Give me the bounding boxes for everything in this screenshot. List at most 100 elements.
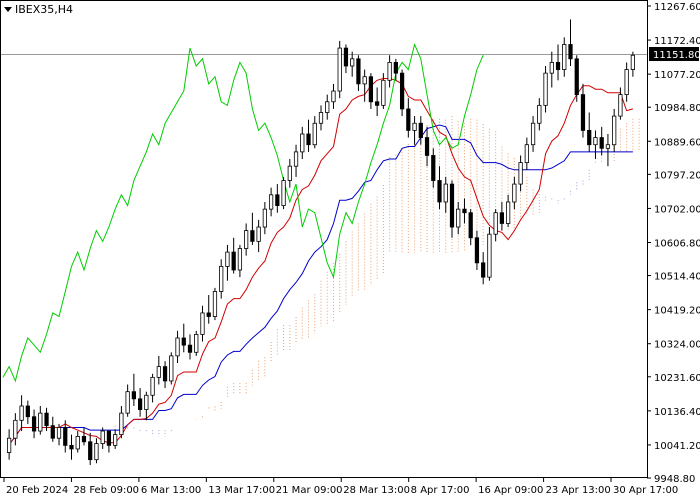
candle-body (549, 62, 554, 74)
x-tick-label: 28 Feb 09:00 (73, 485, 139, 496)
candle-body (88, 441, 93, 461)
candle-body (612, 115, 617, 146)
candle-body (63, 427, 68, 446)
candle-body (287, 165, 292, 181)
candle-body (75, 436, 80, 450)
candle-body (618, 94, 623, 117)
candle-body (156, 366, 161, 378)
candle (399, 69, 405, 117)
candle-body (318, 112, 324, 124)
x-tick-label: 16 Apr 09:00 (478, 485, 543, 496)
candle-body (499, 212, 505, 224)
candle-body (393, 62, 398, 74)
candle-body (106, 430, 112, 446)
current-price-tag: 11151.80 (649, 47, 700, 61)
x-tick-label: 6 Mar 13:00 (141, 485, 201, 496)
candle-body (343, 47, 349, 67)
candle-body (256, 226, 261, 242)
y-tick-label: 10419.20 (654, 306, 700, 317)
candle (337, 40, 342, 99)
candle (169, 352, 174, 385)
candle-body (219, 266, 224, 292)
candle-body (31, 416, 37, 432)
candle-body (281, 180, 286, 206)
candle-body (69, 444, 74, 450)
candle-body (231, 251, 236, 271)
x-tick-label: 30 Apr 17:00 (613, 485, 678, 496)
x-tick-label: 28 Mar 13:00 (343, 485, 410, 496)
y-axis: 9948.80 10041.20 10136.40 10231.60 10324.00 1… (647, 2, 700, 485)
candle-body (481, 262, 486, 278)
candle-body (212, 291, 218, 317)
candle-body (13, 419, 18, 439)
candle-body (325, 101, 330, 113)
candle-body (518, 162, 523, 185)
candle-body (424, 137, 430, 156)
candle-body (162, 366, 168, 382)
candle-body (530, 122, 536, 146)
candle-body (356, 58, 361, 85)
candle (281, 176, 286, 210)
x-tick-label: 20 Feb 2024 (6, 485, 68, 496)
candle-body (630, 54, 635, 70)
candle (487, 227, 492, 281)
x-tick-label: 23 Apr 13:00 (546, 485, 611, 496)
candle-body (237, 248, 243, 271)
candle-body (331, 90, 336, 103)
candle-body (181, 337, 186, 346)
candle-body (38, 412, 43, 432)
candle-body (50, 425, 55, 439)
candle-body (293, 151, 299, 167)
candle-body (44, 412, 49, 427)
candle (194, 330, 199, 356)
price-chart: 9948.80 10041.20 10136.40 10231.60 10324.00 1… (0, 0, 700, 496)
candle-body (7, 437, 12, 453)
candle-body (268, 194, 274, 210)
candle-body (605, 144, 611, 149)
candle-body (543, 72, 548, 106)
candle-body (19, 405, 24, 421)
x-tick-label: 13 Mar 17:00 (208, 485, 275, 496)
dropdown-triangle-icon (4, 7, 12, 12)
symbol-text: IBEX35,H4 (15, 3, 74, 16)
candle-body (474, 237, 480, 264)
y-tick-label: 10606.80 (654, 239, 700, 250)
x-tick-label: 8 Apr 17:00 (411, 485, 470, 496)
candle-body (225, 251, 230, 267)
candle-body (337, 47, 342, 92)
candle-body (599, 137, 604, 149)
candle-body (187, 344, 193, 353)
candle-body (125, 391, 130, 414)
candle-body (94, 443, 99, 461)
candle-body (580, 94, 586, 131)
candle-body (100, 430, 105, 444)
candle-body (194, 334, 199, 353)
y-tick-label: 10514.40 (654, 272, 700, 283)
candle-body (437, 180, 442, 203)
y-tick-label: 10041.20 (654, 441, 700, 452)
candle-body (169, 355, 174, 382)
candle-body (587, 130, 592, 146)
candle-body (574, 58, 579, 96)
candle-body (443, 183, 448, 203)
candle-body (537, 104, 542, 124)
symbol-label[interactable]: IBEX35,H4 (4, 3, 73, 16)
current-price-label: 11151.80 (653, 50, 700, 61)
candle-body (137, 398, 143, 410)
y-tick-label: 11077.20 (654, 70, 700, 81)
candle-body (350, 58, 355, 67)
candle-body (624, 69, 629, 96)
candle-body (206, 312, 211, 317)
candle-body (144, 394, 149, 410)
y-tick-label: 10702.00 (654, 204, 700, 215)
candle-body (387, 62, 392, 81)
candle-body (312, 122, 317, 146)
candle-body (412, 122, 417, 131)
candle-body (300, 133, 305, 153)
candle-body (131, 391, 136, 400)
y-tick-label: 11172.40 (654, 36, 700, 47)
candle-body (568, 44, 573, 60)
candle-body (362, 76, 367, 85)
candle-body (562, 44, 567, 70)
candle-body (25, 405, 30, 418)
